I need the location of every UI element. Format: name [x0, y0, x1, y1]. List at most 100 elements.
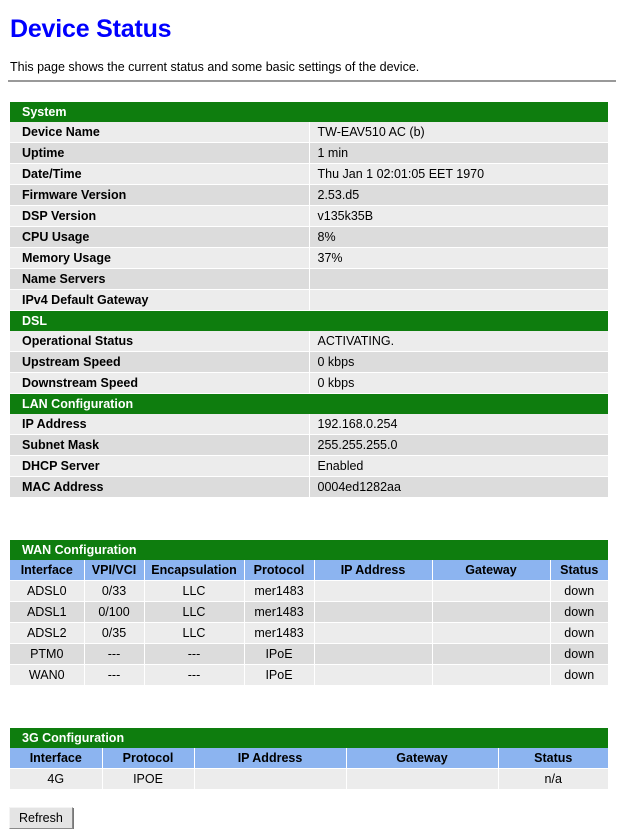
- wan-cell: mer1483: [244, 580, 315, 602]
- row-label: Firmware Version: [10, 184, 310, 206]
- wan-cell: [432, 622, 551, 644]
- row-label: IP Address: [10, 414, 310, 435]
- row-value: [309, 289, 608, 311]
- wan-column-header: Protocol: [244, 560, 315, 581]
- wan-column-header: Status: [550, 560, 608, 581]
- wan-cell: ---: [144, 643, 245, 665]
- threeg-cell: n/a: [498, 768, 608, 790]
- lan-section-header: LAN Configuration: [10, 393, 608, 414]
- table-row: Upstream Speed 0 kbps: [10, 351, 608, 373]
- spacer-above-3g: [0, 686, 622, 728]
- table-row: IP Address 192.168.0.254: [10, 414, 608, 435]
- wan-heading-table: WAN Configuration: [10, 540, 608, 560]
- wan-cell: 0/100: [84, 601, 145, 623]
- wan-cell: [432, 643, 551, 665]
- wan-column-header: VPI/VCI: [84, 560, 145, 581]
- row-value: 37%: [309, 247, 608, 269]
- row-value: ACTIVATING.: [309, 331, 608, 352]
- row-value: 0 kbps: [309, 372, 608, 394]
- table-row: ADSL0 0/33 LLC mer1483 down: [10, 580, 608, 602]
- table-row: DSP Version v135k35B: [10, 205, 608, 227]
- threeg-section-header: 3G Configuration: [10, 728, 608, 748]
- row-value: Thu Jan 1 02:01:05 EET 1970: [309, 163, 608, 185]
- wan-cell: IPoE: [244, 664, 315, 686]
- dsl-section-heading-label: DSL: [10, 310, 608, 331]
- wan-cell: down: [550, 622, 608, 644]
- row-label: MAC Address: [10, 476, 310, 498]
- status-tables-block: System Device Name TW-EAV510 AC (b) Uptime 1…: [10, 102, 608, 498]
- wan-cell: 0/35: [84, 622, 145, 644]
- wan-cell: [314, 580, 433, 602]
- wan-cell: mer1483: [244, 601, 315, 623]
- row-value: 0 kbps: [309, 351, 608, 373]
- threeg-cell: IPOE: [102, 768, 195, 790]
- threeg-column-header: Gateway: [346, 748, 499, 769]
- threeg-cell: [194, 768, 347, 790]
- row-value: 1 min: [309, 142, 608, 164]
- page-title: Device Status: [10, 15, 172, 43]
- threeg-column-header: Protocol: [102, 748, 195, 769]
- table-row: ADSL2 0/35 LLC mer1483 down: [10, 622, 608, 644]
- table-row: Firmware Version 2.53.d5: [10, 184, 608, 206]
- table-row: Device Name TW-EAV510 AC (b): [10, 122, 608, 143]
- table-row: CPU Usage 8%: [10, 226, 608, 248]
- table-row: Subnet Mask 255.255.255.0: [10, 434, 608, 456]
- wan-cell: ADSL1: [10, 601, 85, 623]
- wan-cell: [314, 643, 433, 665]
- wan-cell: ---: [84, 643, 145, 665]
- row-label: Device Name: [10, 122, 310, 143]
- row-label: CPU Usage: [10, 226, 310, 248]
- system-dsl-lan-table: System Device Name TW-EAV510 AC (b) Uptime 1…: [10, 102, 608, 498]
- dsl-section-header: DSL: [10, 310, 608, 331]
- spacer-above-system: [0, 82, 622, 102]
- row-label: IPv4 Default Gateway: [10, 289, 310, 311]
- wan-cell: 0/33: [84, 580, 145, 602]
- table-row: 4G IPOE n/a: [10, 768, 608, 790]
- row-label: DHCP Server: [10, 455, 310, 477]
- table-row: Name Servers: [10, 268, 608, 290]
- threeg-heading-table: 3G Configuration: [10, 728, 608, 748]
- row-label: DSP Version: [10, 205, 310, 227]
- row-label: Operational Status: [10, 331, 310, 352]
- wan-cell: LLC: [144, 601, 245, 623]
- row-value: 0004ed1282aa: [309, 476, 608, 498]
- wan-cell: ADSL0: [10, 580, 85, 602]
- row-value: TW-EAV510 AC (b): [309, 122, 608, 143]
- wan-cell: down: [550, 601, 608, 623]
- wan-cell: [432, 580, 551, 602]
- wan-cell: ---: [84, 664, 145, 686]
- table-row: DHCP Server Enabled: [10, 455, 608, 477]
- row-label: Downstream Speed: [10, 372, 310, 394]
- wan-column-header: Encapsulation: [144, 560, 245, 581]
- spacer-above-wan: [0, 498, 622, 540]
- threeg-column-header: Interface: [10, 748, 103, 769]
- row-label: Subnet Mask: [10, 434, 310, 456]
- wan-cell: down: [550, 580, 608, 602]
- row-value: 2.53.d5: [309, 184, 608, 206]
- wan-cell: IPoE: [244, 643, 315, 665]
- table-row: WAN0 --- --- IPoE down: [10, 664, 608, 686]
- row-value: 192.168.0.254: [309, 414, 608, 435]
- threeg-cell: 4G: [10, 768, 103, 790]
- table-row: MAC Address 0004ed1282aa: [10, 476, 608, 498]
- action-bar: Refresh: [0, 790, 622, 829]
- table-row: Downstream Speed 0 kbps: [10, 372, 608, 394]
- refresh-button[interactable]: Refresh: [9, 807, 73, 829]
- wan-cell: ---: [144, 664, 245, 686]
- wan-cell: mer1483: [244, 622, 315, 644]
- row-label: Uptime: [10, 142, 310, 164]
- row-label: Name Servers: [10, 268, 310, 290]
- wan-column-header: IP Address: [314, 560, 433, 581]
- row-value: [309, 268, 608, 290]
- wan-cell: down: [550, 643, 608, 665]
- wan-section-header: WAN Configuration: [10, 540, 608, 560]
- row-value: v135k35B: [309, 205, 608, 227]
- table-row: Operational Status ACTIVATING.: [10, 331, 608, 352]
- row-value: Enabled: [309, 455, 608, 477]
- table-row: Memory Usage 37%: [10, 247, 608, 269]
- wan-section-heading-label: WAN Configuration: [10, 540, 608, 560]
- system-section-header: System: [10, 102, 608, 122]
- threeg-column-header: IP Address: [194, 748, 347, 769]
- lan-section-heading-label: LAN Configuration: [10, 393, 608, 414]
- row-value: 8%: [309, 226, 608, 248]
